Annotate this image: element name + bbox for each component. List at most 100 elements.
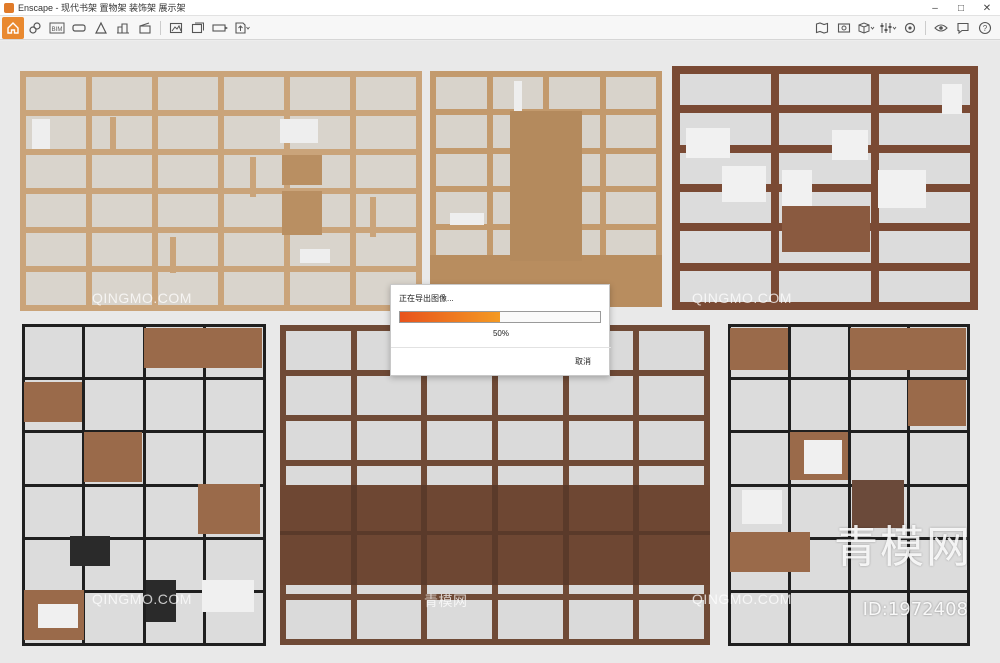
map-view-button[interactable] bbox=[813, 19, 831, 37]
books bbox=[300, 249, 330, 263]
clapperboard-icon bbox=[139, 21, 151, 34]
shelf-board bbox=[22, 377, 266, 380]
home-icon bbox=[7, 21, 19, 34]
books bbox=[32, 119, 50, 149]
map-icon bbox=[815, 22, 829, 34]
bim-icon-label: BIM bbox=[52, 27, 63, 33]
bim-button[interactable]: BIM bbox=[48, 19, 66, 37]
shelf-board bbox=[280, 415, 710, 421]
books bbox=[450, 213, 484, 225]
toolbar-right-group: ? bbox=[811, 19, 996, 37]
shelf-back-panel bbox=[510, 111, 582, 261]
progress-percent-text: 50% bbox=[492, 329, 509, 338]
wood-box bbox=[730, 532, 810, 572]
bim-icon: BIM bbox=[49, 22, 65, 33]
shelf-divider bbox=[170, 237, 176, 273]
shelf-board bbox=[728, 324, 970, 327]
brand-watermark-cn: 青模网 bbox=[834, 522, 972, 573]
city-button[interactable] bbox=[114, 19, 132, 37]
books bbox=[804, 440, 842, 474]
vr-headset-icon bbox=[72, 23, 86, 32]
shelf-board bbox=[22, 324, 266, 327]
books bbox=[514, 81, 522, 111]
wood-box bbox=[84, 432, 142, 482]
export-image-button[interactable] bbox=[167, 19, 185, 37]
shelf-board bbox=[280, 460, 710, 466]
screenshot-button[interactable] bbox=[835, 19, 853, 37]
shelf-board bbox=[728, 484, 970, 487]
chain-link-icon bbox=[29, 21, 41, 34]
close-button[interactable]: ✕ bbox=[974, 0, 1000, 16]
bookshelf-dark-walnut bbox=[672, 66, 978, 310]
shelf-board bbox=[20, 188, 422, 194]
books bbox=[878, 170, 926, 208]
visual-settings-button[interactable] bbox=[879, 19, 897, 37]
shelf-board bbox=[728, 430, 970, 433]
upload-button[interactable] bbox=[233, 19, 251, 37]
asset-library-button[interactable] bbox=[92, 19, 110, 37]
wood-box bbox=[24, 382, 82, 422]
enscape-app-icon bbox=[4, 2, 14, 13]
minimize-button[interactable]: – bbox=[922, 0, 948, 16]
shelf-board bbox=[20, 227, 422, 233]
progress-bar-fill bbox=[400, 312, 500, 322]
home-button[interactable] bbox=[2, 16, 24, 39]
feedback-icon bbox=[957, 22, 969, 35]
bookshelf-light-oak-grid bbox=[20, 71, 422, 311]
link-button[interactable] bbox=[26, 19, 44, 37]
watermark-latin: QINGMO.COM bbox=[92, 290, 192, 306]
books bbox=[686, 128, 730, 158]
watermark-latin: QINGMO.COM bbox=[692, 591, 792, 607]
toolbar-separator bbox=[160, 20, 161, 35]
shelf-divider bbox=[110, 117, 116, 155]
maximize-button[interactable]: □ bbox=[948, 0, 974, 16]
view-mode-button[interactable] bbox=[932, 19, 950, 37]
brand-watermark-id: ID:1972408 bbox=[862, 599, 968, 620]
panorama-export-button[interactable] bbox=[211, 19, 229, 37]
watermark-cn: 青模网 bbox=[424, 593, 468, 609]
shelf-board bbox=[280, 639, 710, 645]
bookshelf-light-oak-with-drawers bbox=[430, 71, 662, 307]
shelf-board bbox=[20, 110, 422, 116]
wood-box bbox=[908, 380, 966, 426]
video-editor-button[interactable] bbox=[136, 19, 154, 37]
books bbox=[942, 84, 962, 114]
shelf-board bbox=[672, 263, 978, 271]
books bbox=[832, 130, 868, 160]
panorama-export-icon bbox=[212, 23, 228, 32]
progress-bar bbox=[399, 311, 601, 323]
shelf-divider bbox=[250, 157, 256, 197]
window-titlebar: Enscape - 现代书架 置物架 装饰架 展示架 – □ ✕ bbox=[0, 0, 1000, 16]
shelf-board bbox=[22, 537, 266, 540]
vr-button[interactable] bbox=[70, 19, 88, 37]
shelf-board bbox=[22, 430, 266, 433]
help-button[interactable]: ? bbox=[976, 19, 994, 37]
dialog-divider bbox=[391, 347, 611, 348]
help-icon: ? bbox=[978, 21, 992, 35]
upload-icon bbox=[235, 21, 250, 34]
general-settings-button[interactable] bbox=[901, 19, 919, 37]
dialog-title: 正在导出图像... bbox=[399, 294, 454, 303]
drawer-seam bbox=[280, 531, 710, 535]
views-button[interactable] bbox=[857, 19, 875, 37]
eye-icon bbox=[934, 24, 948, 32]
shelf-board bbox=[20, 305, 422, 311]
books bbox=[782, 170, 812, 206]
feedback-button[interactable] bbox=[954, 19, 972, 37]
cancel-button[interactable]: 取消 bbox=[575, 356, 591, 367]
shelf-board bbox=[430, 71, 662, 77]
visual-settings-icon bbox=[880, 23, 897, 33]
wood-box bbox=[730, 328, 788, 370]
window-controls: – □ ✕ bbox=[922, 0, 1000, 16]
shelf-board bbox=[728, 377, 970, 380]
books bbox=[722, 166, 766, 202]
screenshot-icon bbox=[837, 23, 851, 33]
batch-export-button[interactable] bbox=[189, 19, 207, 37]
shelf-board bbox=[20, 149, 422, 155]
books bbox=[742, 490, 782, 524]
shelf-board bbox=[22, 643, 266, 646]
shelf-board bbox=[20, 71, 422, 77]
settings-icon bbox=[904, 22, 916, 34]
main-toolbar: BIM ? bbox=[0, 16, 1000, 40]
cube-views-icon bbox=[858, 22, 875, 34]
